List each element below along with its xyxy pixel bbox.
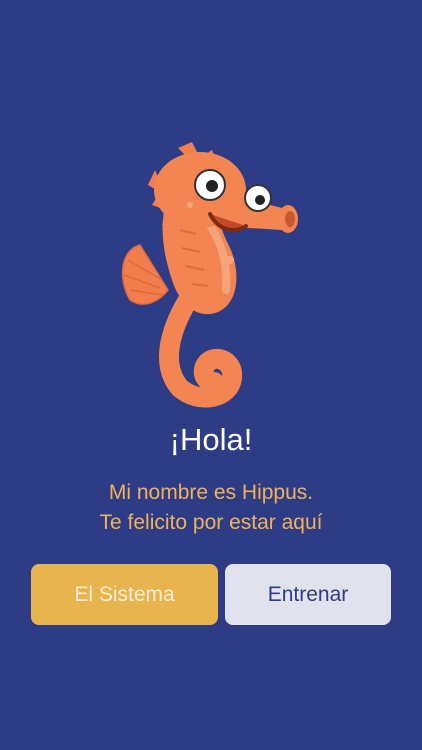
welcome-screen: ¡Hola! Mi nombre es Hippus. Te felicito … [0,0,422,750]
train-button[interactable]: Entrenar [225,564,391,625]
seahorse-mascot-icon [121,142,298,408]
intro-text: Mi nombre es Hippus. Te felicito por est… [0,478,422,538]
system-button-label: El Sistema [74,582,175,606]
intro-line-2: Te felicito por estar aquí [99,511,323,534]
system-button[interactable]: El Sistema [31,564,218,625]
intro-line-1: Mi nombre es Hippus. [108,481,314,504]
greeting-title: ¡Hola! [169,422,253,457]
train-button-label: Entrenar [267,582,349,606]
